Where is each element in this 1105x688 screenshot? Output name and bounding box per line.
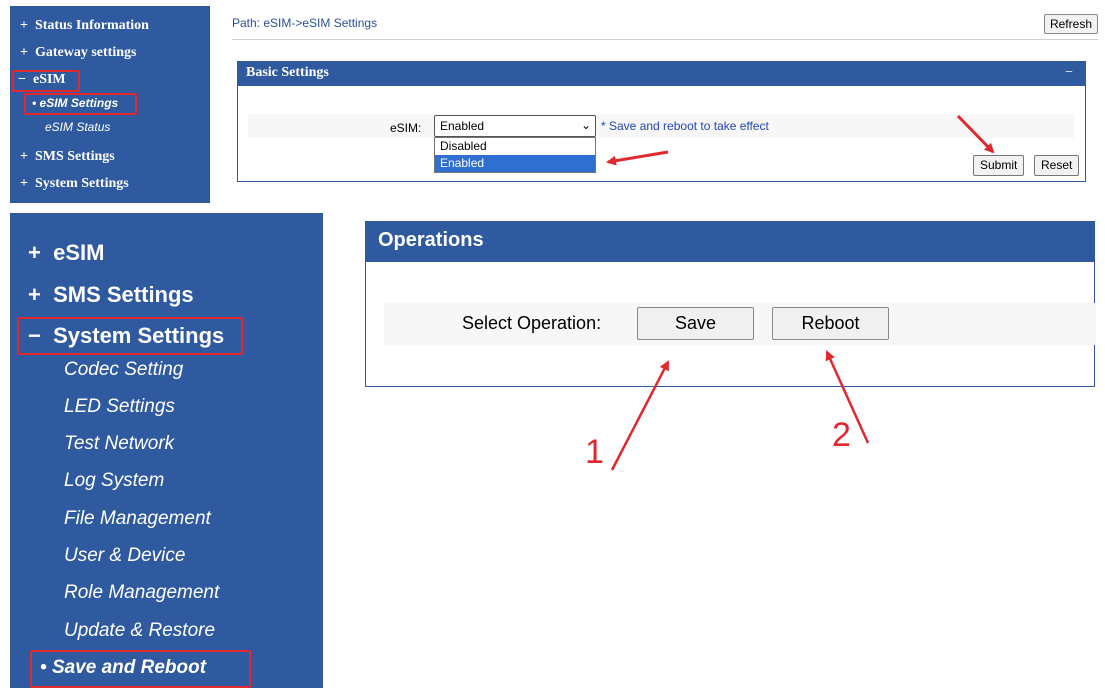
sidebar-item-led-settings[interactable]: LED Settings <box>64 396 175 418</box>
highlight-esim-settings <box>24 93 137 115</box>
sidebar-item-sms-settings[interactable]: + SMS Settings <box>28 282 194 308</box>
sidebar-item-role-management[interactable]: Role Management <box>64 582 219 604</box>
sidebar-item-log-system[interactable]: Log System <box>64 470 164 492</box>
operations-panel: Operations <box>365 221 1096 387</box>
esim-select-value: Enabled <box>440 119 485 133</box>
esim-dropdown-list: Disabled Enabled <box>434 137 596 173</box>
sidebar-item-status-information[interactable]: + Status Information <box>20 18 149 34</box>
select-operation-label: Select Operation: <box>462 313 602 333</box>
option-enabled[interactable]: Enabled <box>435 155 595 172</box>
sidebar-item-esim[interactable]: + eSIM <box>28 240 104 266</box>
panel-header: Basic Settings − <box>238 62 1085 86</box>
annotation-step-2: 2 <box>832 416 851 454</box>
sidebar-item-system-settings[interactable]: + System Settings <box>20 176 129 192</box>
expand-plus-icon: + <box>20 176 28 191</box>
reset-button[interactable]: Reset <box>1034 155 1080 176</box>
sidebar-item-test-network[interactable]: Test Network <box>64 433 174 455</box>
option-disabled[interactable]: Disabled <box>435 138 595 155</box>
expand-plus-icon: + <box>20 18 28 33</box>
highlight-save-and-reboot <box>30 650 251 688</box>
esim-select[interactable]: Enabled ⌄ <box>434 115 596 137</box>
expand-plus-icon: + <box>28 240 41 265</box>
sidebar-item-file-management[interactable]: File Management <box>64 508 211 530</box>
sidebar-item-gateway-settings[interactable]: + Gateway settings <box>20 45 136 61</box>
chevron-down-icon: ⌄ <box>580 118 591 132</box>
submit-button[interactable]: Submit <box>973 155 1025 176</box>
panel-title: Operations <box>366 222 1094 262</box>
highlight-esim <box>12 70 80 92</box>
path-bar: Path: eSIM->eSIM Settings Refresh <box>232 10 1098 40</box>
save-button[interactable]: Save <box>637 307 754 340</box>
breadcrumb: Path: eSIM->eSIM Settings <box>232 16 378 30</box>
top-sidebar-nav: + Status Information + Gateway settings … <box>10 6 210 203</box>
sidebar-item-sms-settings[interactable]: + SMS Settings <box>20 149 115 165</box>
screenshot-stage: + Status Information + Gateway settings … <box>0 0 1105 688</box>
bottom-sidebar-nav: + eSIM + SMS Settings − System Settings … <box>10 213 323 688</box>
refresh-button[interactable]: Refresh <box>1043 14 1098 34</box>
sidebar-item-codec-setting[interactable]: Codec Setting <box>64 359 183 381</box>
sidebar-item-esim-status[interactable]: eSIM Status <box>45 120 110 134</box>
expand-plus-icon: + <box>20 149 28 164</box>
reboot-hint-text: * Save and reboot to take effect <box>601 119 769 133</box>
highlight-system-settings <box>17 317 243 355</box>
reboot-button[interactable]: Reboot <box>772 307 889 340</box>
esim-field-label: eSIM: <box>390 121 422 135</box>
annotation-step-1: 1 <box>585 433 604 471</box>
collapse-icon[interactable]: − <box>1065 65 1073 81</box>
expand-plus-icon: + <box>20 45 28 60</box>
sidebar-item-user-device[interactable]: User & Device <box>64 545 185 567</box>
sidebar-item-update-restore[interactable]: Update & Restore <box>64 620 215 642</box>
panel-title: Basic Settings <box>246 65 329 80</box>
expand-plus-icon: + <box>28 282 41 307</box>
